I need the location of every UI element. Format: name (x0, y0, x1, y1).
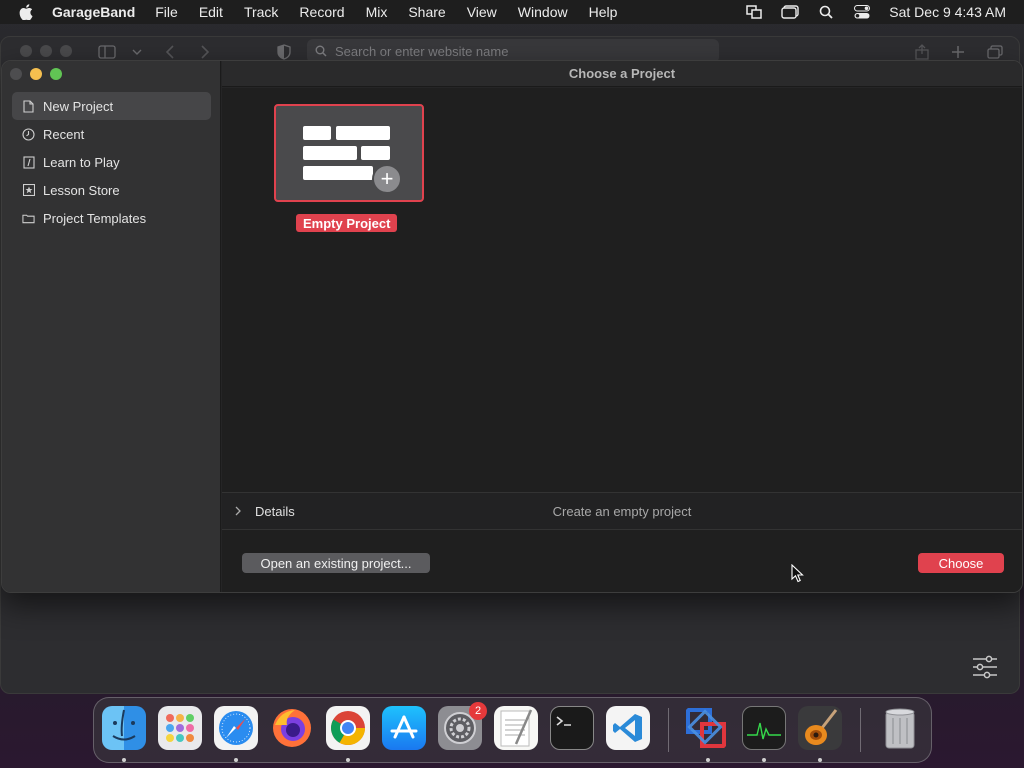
sidebar-item-label: Recent (43, 126, 85, 142)
menu-bar: GarageBand File Edit Track Record Mix Sh… (0, 0, 1024, 24)
running-indicator (818, 758, 822, 762)
screen-mirroring-icon[interactable] (745, 4, 763, 20)
running-indicator (122, 758, 126, 762)
textedit-icon[interactable] (494, 706, 538, 750)
brick-icon (361, 146, 390, 160)
spotlight-search-icon[interactable] (817, 4, 835, 20)
launchpad-icon[interactable] (158, 706, 202, 750)
forward-icon[interactable] (196, 43, 214, 61)
sidebar-item-label: Project Templates (43, 210, 147, 226)
project-browser: + Empty Project Details Create an empty … (222, 88, 1022, 592)
music-note-icon (22, 155, 35, 169)
choose-button[interactable]: Choose (918, 553, 1004, 573)
sidebar-item-learn-to-play[interactable]: Learn to Play (12, 148, 211, 176)
document-icon (22, 99, 35, 113)
running-indicator (346, 758, 350, 762)
menu-share[interactable]: Share (408, 4, 445, 20)
open-existing-project-button[interactable]: Open an existing project... (242, 553, 430, 573)
choose-project-dialog: New Project Recent Learn to Play Lesson … (1, 60, 1023, 593)
chrome-icon[interactable] (326, 706, 370, 750)
project-sidebar: New Project Recent Learn to Play Lesson … (2, 61, 221, 592)
tab-overview-icon[interactable] (986, 43, 1004, 61)
dock-separator (860, 708, 861, 752)
search-icon (315, 45, 327, 57)
terminal-icon[interactable] (550, 706, 594, 750)
dock: 2 (93, 697, 932, 763)
brick-icon (303, 126, 331, 140)
chevron-down-icon[interactable] (128, 43, 146, 61)
sidebar-item-new-project[interactable]: New Project (12, 92, 211, 120)
app-store-icon[interactable] (382, 706, 426, 750)
running-indicator (234, 758, 238, 762)
details-description: Create an empty project (552, 504, 692, 519)
brick-icon (303, 166, 373, 180)
parallels-icon[interactable] (684, 706, 728, 750)
dialog-close-button[interactable] (10, 68, 22, 80)
menu-file[interactable]: File (155, 4, 178, 20)
browser-close-button[interactable] (20, 45, 32, 57)
browser-zoom-button[interactable] (60, 45, 72, 57)
menu-track[interactable]: Track (244, 4, 278, 20)
safari-icon[interactable] (214, 706, 258, 750)
mouse-pointer-icon (791, 563, 805, 584)
menu-help[interactable]: Help (589, 4, 618, 20)
garageband-icon[interactable] (798, 706, 842, 750)
app-menu-garageband[interactable]: GarageBand (52, 4, 135, 20)
browser-minimize-button[interactable] (40, 45, 52, 57)
empty-project-tile[interactable]: + (274, 104, 424, 202)
dock-separator (668, 708, 669, 752)
sidebar-item-recent[interactable]: Recent (12, 120, 211, 148)
vscode-icon[interactable] (606, 706, 650, 750)
dialog-minimize-button[interactable] (30, 68, 42, 80)
firefox-icon[interactable] (270, 706, 314, 750)
privacy-shield-icon[interactable] (275, 43, 293, 61)
menu-edit[interactable]: Edit (199, 4, 223, 20)
window-switch-icon[interactable] (781, 4, 799, 20)
running-indicator (706, 758, 710, 762)
menu-record[interactable]: Record (299, 4, 344, 20)
folder-icon (22, 212, 35, 225)
brick-icon (336, 126, 390, 140)
star-icon (22, 184, 35, 197)
control-center-icon[interactable] (853, 4, 871, 20)
notification-badge: 2 (469, 702, 487, 720)
menu-view[interactable]: View (467, 4, 497, 20)
activity-monitor-icon[interactable] (742, 706, 786, 750)
sidebar-item-label: Learn to Play (43, 154, 120, 170)
dialog-title: Choose a Project (222, 61, 1022, 87)
sidebar-item-lesson-store[interactable]: Lesson Store (12, 176, 211, 204)
share-icon[interactable] (913, 43, 931, 61)
menu-mix[interactable]: Mix (366, 4, 388, 20)
apple-menu-icon[interactable] (16, 2, 36, 22)
sidebar-item-label: Lesson Store (43, 182, 120, 198)
address-bar-placeholder: Search or enter website name (335, 43, 509, 59)
menu-window[interactable]: Window (518, 4, 568, 20)
menubar-clock[interactable]: Sat Dec 9 4:43 AM (889, 4, 1006, 20)
back-icon[interactable] (161, 43, 179, 61)
sidebar-list: New Project Recent Learn to Play Lesson … (12, 92, 211, 232)
finder-icon[interactable] (102, 706, 146, 750)
new-tab-icon[interactable] (949, 43, 967, 61)
sidebar-toggle-icon[interactable] (98, 43, 116, 61)
brick-icon (303, 146, 357, 160)
running-indicator (762, 758, 766, 762)
clock-icon (22, 127, 35, 141)
plus-icon: + (372, 164, 402, 194)
sidebar-item-label: New Project (43, 98, 114, 114)
sliders-icon[interactable] (971, 655, 999, 679)
details-section: Details Create an empty project (222, 492, 1022, 530)
dialog-zoom-button[interactable] (50, 68, 62, 80)
empty-project-label[interactable]: Empty Project (296, 214, 398, 232)
sidebar-item-project-templates[interactable]: Project Templates (12, 204, 211, 232)
trash-icon[interactable] (878, 706, 922, 750)
